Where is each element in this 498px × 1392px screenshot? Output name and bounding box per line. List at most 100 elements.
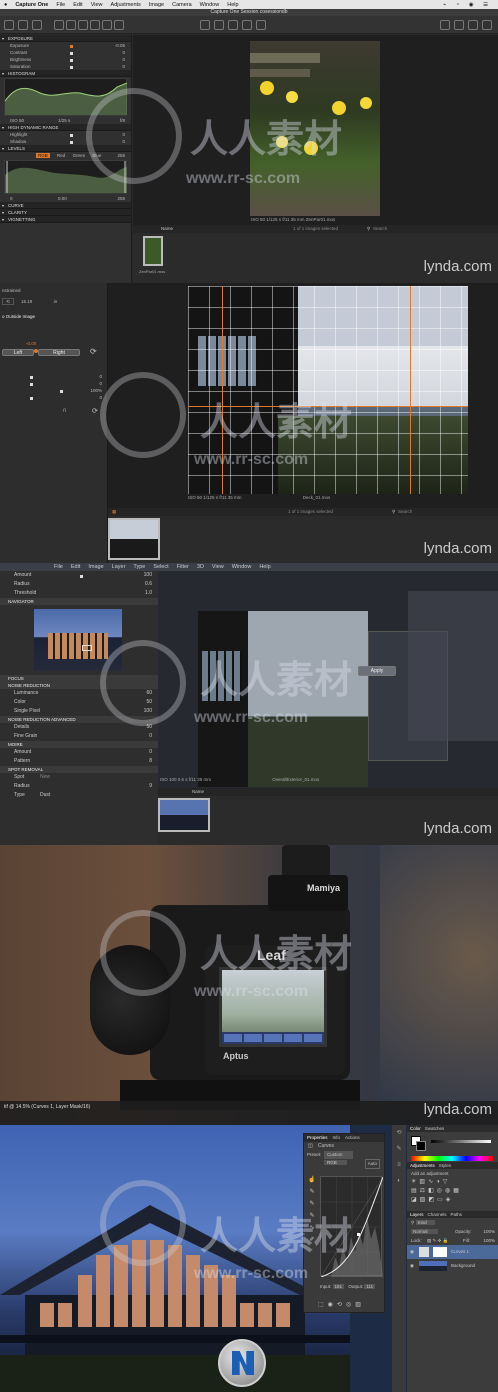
fine-grain-value[interactable]: 0	[149, 732, 152, 741]
browser-col-name[interactable]: Name	[161, 225, 173, 233]
tab-color[interactable]: Color	[410, 1125, 421, 1132]
selective-color-icon[interactable]: ◈	[446, 1197, 454, 1203]
vibrance-icon[interactable]: ▽	[443, 1179, 451, 1185]
spot-type-value[interactable]: Dust	[40, 791, 50, 800]
crop-tool-icon[interactable]	[242, 20, 252, 30]
spot-row[interactable]: Spot New	[0, 773, 158, 782]
spot-value[interactable]: New	[40, 773, 50, 782]
gradient-map-icon[interactable]: ▭	[437, 1197, 446, 1203]
reset-icon[interactable]	[468, 20, 478, 30]
section-moire[interactable]: MOIRE	[0, 741, 158, 748]
lookup-icon[interactable]: ▦	[453, 1188, 462, 1194]
slider-value[interactable]: 0	[99, 373, 102, 380]
reset-icon[interactable]: ⟳	[90, 347, 97, 356]
menu-image[interactable]: Image	[149, 2, 164, 8]
eye-icon[interactable]: ◉	[410, 1245, 414, 1259]
levels-tab-red[interactable]: Red	[57, 153, 65, 158]
process-icon[interactable]	[32, 20, 42, 30]
menu-file[interactable]: File	[54, 564, 63, 570]
camera-screen[interactable]	[219, 967, 327, 1047]
capture-icon[interactable]	[18, 20, 28, 30]
levels-icon[interactable]: ▥	[419, 1179, 428, 1185]
layer-row-background[interactable]: ◉ Background	[407, 1259, 498, 1273]
browser-search-icon[interactable]: ⚲	[392, 508, 395, 516]
lens-tab-icon[interactable]	[102, 20, 112, 30]
spot-type-row[interactable]: Type Dust	[0, 791, 158, 800]
menu-type[interactable]: Type	[133, 564, 145, 570]
gray-slider[interactable]	[431, 1140, 491, 1143]
reset-icon[interactable]: ⟲	[337, 1302, 346, 1308]
clip-icon[interactable]: ⬚	[318, 1302, 328, 1308]
kind-select[interactable]: Kind	[415, 1220, 435, 1225]
input-value[interactable]: 151	[332, 1284, 345, 1289]
auto-button[interactable]: Auto	[364, 1159, 380, 1169]
right-button[interactable]: Right	[38, 349, 80, 356]
rotation-icon[interactable]: ⟲	[2, 298, 14, 305]
saturation-value[interactable]: 0	[122, 63, 125, 70]
tab-swatches[interactable]: Swatches	[425, 1125, 445, 1132]
blend-mode-select[interactable]: Normal	[411, 1229, 438, 1234]
outside-image-row[interactable]: o Outside Image	[0, 313, 107, 320]
photo-filter-icon[interactable]: ◎	[437, 1188, 445, 1194]
browser-search-icon[interactable]: ⚲	[367, 225, 370, 233]
exposure-value[interactable]: -0.05	[115, 42, 125, 49]
warning-icon[interactable]	[454, 20, 464, 30]
menu-layer[interactable]: Layer	[112, 564, 126, 570]
saturation-slider[interactable]	[70, 66, 73, 69]
screen-button[interactable]	[284, 1034, 302, 1042]
layer-name-background[interactable]: Background	[451, 1263, 475, 1268]
slider-row[interactable]: 0	[0, 394, 108, 401]
browser-search[interactable]: Search	[373, 225, 387, 233]
visibility-icon[interactable]: ◎	[346, 1302, 355, 1308]
menu-select[interactable]: Select	[153, 564, 168, 570]
menu-adjustments[interactable]: Adjustments	[111, 2, 141, 8]
details-tab-icon[interactable]	[114, 20, 124, 30]
hue-icon[interactable]: ▤	[411, 1188, 420, 1194]
section-histogram[interactable]: HISTOGRAM	[0, 70, 131, 77]
curves-adj-icon[interactable]: ∿	[428, 1179, 436, 1185]
brightness-row[interactable]: Brightness 0	[0, 56, 131, 63]
amount-slider[interactable]	[80, 575, 83, 578]
straighten-tool-icon[interactable]	[256, 20, 266, 30]
levels-mid-value[interactable]: 0.00	[58, 195, 67, 202]
levels-tab-green[interactable]: Green	[73, 153, 86, 158]
brightness-slider[interactable]	[70, 59, 73, 62]
slider-handle[interactable]	[30, 383, 33, 386]
help-icon[interactable]	[482, 20, 492, 30]
trash-icon[interactable]: ▥	[355, 1302, 365, 1308]
fill-value[interactable]: 100%	[483, 1236, 495, 1245]
import-icon[interactable]	[4, 20, 14, 30]
section-curve[interactable]: CURVE	[0, 202, 131, 209]
tab-paths[interactable]: Paths	[451, 1211, 463, 1218]
screen-button[interactable]	[264, 1034, 282, 1042]
lock-icons[interactable]: ▨ ✎ ✣ 🔒	[427, 1236, 448, 1245]
pattern-row[interactable]: Pattern 8	[0, 757, 158, 766]
slider-handle[interactable]	[60, 390, 63, 393]
menu-filter[interactable]: Filter	[177, 564, 189, 570]
adjust-icon[interactable]: ◐	[392, 1173, 406, 1189]
tab-actions[interactable]: Actions	[345, 1134, 360, 1142]
mixer-icon[interactable]: ◍	[445, 1188, 453, 1194]
tab-channels[interactable]: Channels	[428, 1211, 447, 1218]
preset-select[interactable]: Custom	[324, 1151, 353, 1159]
balance-icon[interactable]: ⚖	[420, 1188, 428, 1194]
browser-col-name[interactable]: Name	[192, 788, 204, 796]
menu-file[interactable]: File	[56, 2, 65, 8]
amount-row[interactable]: Amount 100	[0, 571, 158, 580]
menu-edit[interactable]: Edit	[71, 564, 80, 570]
slider-row[interactable]: 0	[0, 373, 108, 380]
layers-icon[interactable]: ≡	[392, 1157, 406, 1173]
moire-amount-value[interactable]: 0	[149, 748, 152, 757]
menu-window[interactable]: Window	[200, 2, 220, 8]
saturation-row[interactable]: Saturation 0	[0, 63, 131, 70]
layer-row-curves[interactable]: ◉ Curves 1	[407, 1245, 498, 1259]
apply-button[interactable]: Apply	[358, 666, 396, 676]
screen-button[interactable]	[244, 1034, 262, 1042]
tab-info[interactable]: Info	[333, 1134, 341, 1142]
contrast-row[interactable]: Contrast 0	[0, 49, 131, 56]
exposure-row[interactable]: Exposure -0.05	[0, 42, 131, 49]
brush-icon[interactable]: ✎	[392, 1141, 406, 1157]
color-tab-icon[interactable]	[78, 20, 88, 30]
screen-button[interactable]	[304, 1034, 322, 1042]
levels-high-value[interactable]: 255	[117, 195, 125, 202]
